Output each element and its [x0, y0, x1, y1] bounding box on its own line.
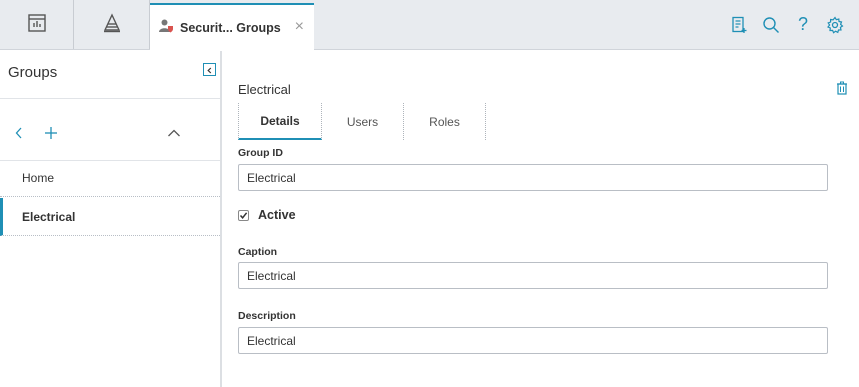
caption-label: Caption [238, 246, 278, 258]
caption-field[interactable]: Electrical [238, 262, 828, 289]
tab-details[interactable]: Details [238, 103, 322, 140]
active-row: Active [238, 207, 296, 223]
dashboard-button[interactable] [0, 0, 74, 49]
delete-button[interactable] [836, 81, 848, 98]
sidebar-item-home[interactable]: Home [0, 159, 220, 197]
hierarchy-icon [102, 13, 122, 36]
detail-tabs: Details Users Roles [238, 103, 486, 140]
sidebar-item-electrical[interactable]: Electrical [0, 198, 220, 236]
group-id-label: Group ID [238, 147, 283, 159]
main-panel: Electrical Details Users Roles Group ID … [224, 51, 859, 387]
tab-roles[interactable]: Roles [404, 103, 486, 140]
toolbar-right: ? [723, 0, 851, 49]
close-icon[interactable]: × [295, 19, 304, 35]
sidebar: Groups Home Electrical [0, 51, 222, 387]
active-label: Active [258, 208, 296, 222]
top-bar: Securit... Groups × ? [0, 0, 859, 50]
help-icon[interactable]: ? [787, 13, 819, 37]
active-checkbox[interactable] [238, 209, 249, 221]
group-id-field[interactable]: Electrical [238, 164, 828, 191]
sidebar-toolbar [0, 123, 220, 145]
description-field[interactable]: Electrical [238, 327, 828, 354]
security-user-icon [158, 18, 174, 37]
sidebar-item-label: Electrical [22, 209, 76, 224]
tab-security-groups[interactable]: Securit... Groups × [150, 3, 314, 50]
sidebar-divider [0, 98, 220, 99]
dashboard-icon [27, 13, 47, 36]
description-label: Description [238, 310, 296, 322]
new-record-icon[interactable] [723, 13, 755, 37]
record-title: Electrical [238, 82, 291, 97]
settings-icon[interactable] [819, 13, 851, 37]
add-group-button[interactable] [44, 123, 58, 145]
chevron-up-icon [167, 127, 181, 141]
hierarchy-button[interactable] [74, 0, 150, 49]
search-icon[interactable] [755, 13, 787, 37]
chevron-left-icon [14, 126, 24, 143]
back-button[interactable] [14, 123, 24, 145]
collapse-list-button[interactable] [167, 123, 181, 145]
tab-users[interactable]: Users [322, 103, 404, 140]
plus-icon [44, 126, 58, 143]
chevron-left-icon [206, 63, 213, 77]
tab-title: Securit... Groups [180, 20, 281, 35]
collapse-sidebar-button[interactable] [203, 63, 216, 76]
sidebar-item-label: Home [22, 170, 55, 185]
trash-icon [836, 81, 848, 98]
sidebar-title: Groups [8, 64, 58, 81]
